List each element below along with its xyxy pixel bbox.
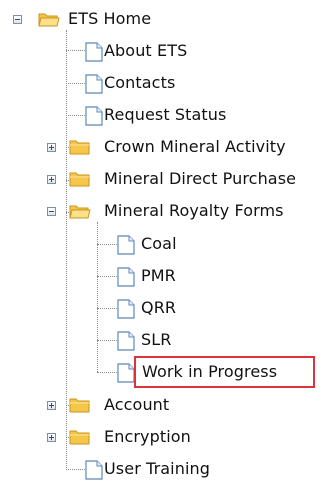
tree-connector [66,50,85,51]
folder-icon [69,138,90,156]
tree-node-label: About ETS [104,41,188,60]
folder-open-icon [38,10,60,28]
tree-node-label: QRR [141,298,177,317]
tree-node-label: Account [104,395,170,414]
expand-toggle[interactable] [47,143,56,152]
tree-connector [66,469,85,470]
tree-connector [97,340,117,341]
tree-node-label: Mineral Royalty Forms [104,201,284,220]
expand-toggle[interactable] [47,433,56,442]
tree-node-label: PMR [141,266,176,285]
tree-node-label: Encryption [104,427,191,446]
tree-node-label: Mineral Direct Purchase [104,169,297,188]
collapse-toggle[interactable] [47,207,56,216]
tree-connector [97,244,117,245]
tree-node-label: User Training [104,459,210,478]
collapse-toggle[interactable] [13,15,22,24]
folder-icon [69,428,90,446]
tree-connector [97,308,117,309]
tree-connector [97,276,117,277]
tree-node-label: Request Status [104,105,227,124]
tree-node-label: SLR [141,330,172,349]
folder-icon [69,396,90,414]
tree-connector [66,115,85,116]
document-icon [117,331,137,351]
folder-icon [69,170,90,188]
tree-node-label: Contacts [104,73,176,92]
navigation-tree: ETS Home About ETS Contacts Request Stat… [0,0,334,481]
tree-node-label: Coal [141,234,177,253]
tree-node-label: ETS Home [68,9,152,28]
expand-toggle[interactable] [47,175,56,184]
tree-connector [66,83,85,84]
tree-node-label: Crown Mineral Activity [104,137,286,156]
document-icon [117,235,137,255]
highlight-box [134,356,315,388]
document-icon [117,267,137,287]
expand-toggle[interactable] [47,401,56,410]
tree-connector [97,372,117,373]
tree-connector [66,30,67,468]
document-icon [117,299,137,319]
folder-open-icon [69,202,91,220]
